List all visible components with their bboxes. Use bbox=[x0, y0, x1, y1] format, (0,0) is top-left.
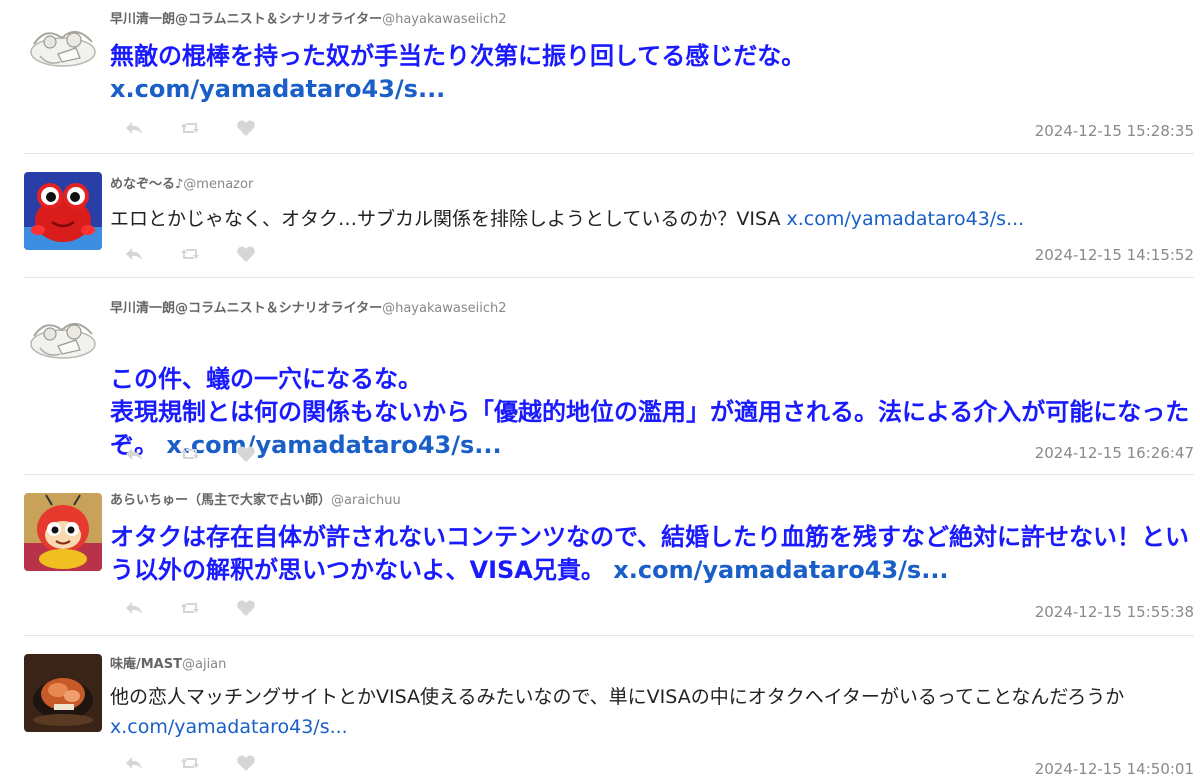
tweet-text-content: エロとかじゃなく、オタク…サブカル関係を排除しようとしているのか？VISA bbox=[110, 208, 787, 230]
tweet-timestamp[interactable]: 2024-12-15 16:26:47 bbox=[1035, 444, 1194, 462]
avatar[interactable] bbox=[24, 172, 102, 250]
avatar[interactable] bbox=[24, 4, 102, 82]
divider bbox=[24, 153, 1194, 154]
sketch-avatar-icon bbox=[24, 4, 102, 82]
author-handle[interactable]: @ajian bbox=[182, 657, 226, 672]
like-icon[interactable] bbox=[236, 118, 256, 138]
author-line: 味庵/MAST@ajian bbox=[110, 653, 226, 672]
retweet-icon[interactable] bbox=[180, 444, 200, 464]
author-line: めなぞ〜る♪@menazor bbox=[110, 173, 253, 192]
tweet-timestamp[interactable]: 2024-12-15 15:28:35 bbox=[1035, 122, 1194, 140]
divider bbox=[24, 277, 1194, 278]
retweet-icon[interactable] bbox=[180, 118, 200, 138]
tweet-text-content: 無敵の棍棒を持った奴が手当たり次第に振り回してる感じだな。 bbox=[110, 42, 806, 70]
tweet-link[interactable]: x.com/yamadataro43/s... bbox=[110, 75, 445, 103]
author-name[interactable]: めなぞ〜る♪ bbox=[110, 177, 183, 192]
food-avatar-icon bbox=[24, 654, 102, 732]
author-line: 早川清一朗@コラムニスト＆シナリオライター@hayakawaseiich2 bbox=[110, 297, 506, 316]
tweet-timestamp[interactable]: 2024-12-15 14:50:01 bbox=[1035, 760, 1194, 778]
reply-icon[interactable] bbox=[124, 598, 144, 618]
author-line: 早川清一朗@コラムニスト＆シナリオライター@hayakawaseiich2 bbox=[110, 8, 506, 27]
bee-mascot-avatar-icon bbox=[24, 493, 102, 571]
author-name[interactable]: 早川清一朗@コラムニスト＆シナリオライター bbox=[110, 301, 382, 316]
author-name[interactable]: あらいちゅー（馬主で大家で占い師） bbox=[110, 493, 331, 508]
divider bbox=[24, 474, 1194, 475]
divider bbox=[24, 635, 1194, 636]
tweet-link[interactable]: x.com/yamadataro43/s... bbox=[110, 716, 348, 738]
tweet-timestamp[interactable]: 2024-12-15 15:55:38 bbox=[1035, 603, 1194, 621]
tweet-link[interactable]: x.com/yamadataro43/s... bbox=[613, 556, 948, 584]
retweet-icon[interactable] bbox=[180, 244, 200, 264]
tweet-actions bbox=[124, 753, 292, 773]
tweet-actions bbox=[124, 444, 292, 464]
tweet-text-content: 他の恋人マッチングサイトとかVISA使えるみたいなので、単にVISAの中にオタク… bbox=[110, 686, 1125, 708]
tweet-text: 他の恋人マッチングサイトとかVISA使えるみたいなので、単にVISAの中にオタク… bbox=[110, 682, 1190, 742]
reply-icon[interactable] bbox=[124, 444, 144, 464]
tweet-text: オタクは存在自体が許されないコンテンツなので、結婚したり血筋を残すなど絶対に許せ… bbox=[110, 521, 1190, 587]
sketch-avatar-icon bbox=[24, 296, 102, 374]
tweet-actions bbox=[124, 118, 292, 138]
like-icon[interactable] bbox=[236, 244, 256, 264]
author-handle[interactable]: @araichuu bbox=[331, 493, 401, 508]
tweet-text: エロとかじゃなく、オタク…サブカル関係を排除しようとしているのか？VISA x.… bbox=[110, 204, 1190, 234]
author-handle[interactable]: @hayakawaseiich2 bbox=[382, 301, 506, 316]
retweet-icon[interactable] bbox=[180, 598, 200, 618]
red-creature-avatar-icon bbox=[24, 172, 102, 250]
like-icon[interactable] bbox=[236, 598, 256, 618]
tweet-actions bbox=[124, 598, 292, 618]
tweet-text: 無敵の棍棒を持った奴が手当たり次第に振り回してる感じだな。 x.com/yama… bbox=[110, 40, 1190, 106]
like-icon[interactable] bbox=[236, 444, 256, 464]
reply-icon[interactable] bbox=[124, 118, 144, 138]
avatar[interactable] bbox=[24, 493, 102, 571]
author-name[interactable]: 早川清一朗@コラムニスト＆シナリオライター bbox=[110, 12, 382, 27]
tweet-timestamp[interactable]: 2024-12-15 14:15:52 bbox=[1035, 246, 1194, 264]
avatar[interactable] bbox=[24, 654, 102, 732]
author-handle[interactable]: @menazor bbox=[183, 177, 253, 192]
author-handle[interactable]: @hayakawaseiich2 bbox=[382, 12, 506, 27]
reply-icon[interactable] bbox=[124, 244, 144, 264]
avatar[interactable] bbox=[24, 296, 102, 374]
like-icon[interactable] bbox=[236, 753, 256, 773]
reply-icon[interactable] bbox=[124, 753, 144, 773]
tweet-actions bbox=[124, 244, 292, 264]
author-name[interactable]: 味庵/MAST bbox=[110, 657, 182, 672]
author-line: あらいちゅー（馬主で大家で占い師）@araichuu bbox=[110, 489, 401, 508]
tweet-text: この件、蟻の一穴になるな。 表現規制とは何の関係もないから「優越的地位の濫用」が… bbox=[110, 330, 1190, 462]
retweet-icon[interactable] bbox=[180, 753, 200, 773]
tweet-link[interactable]: x.com/yamadataro43/s... bbox=[786, 208, 1024, 230]
